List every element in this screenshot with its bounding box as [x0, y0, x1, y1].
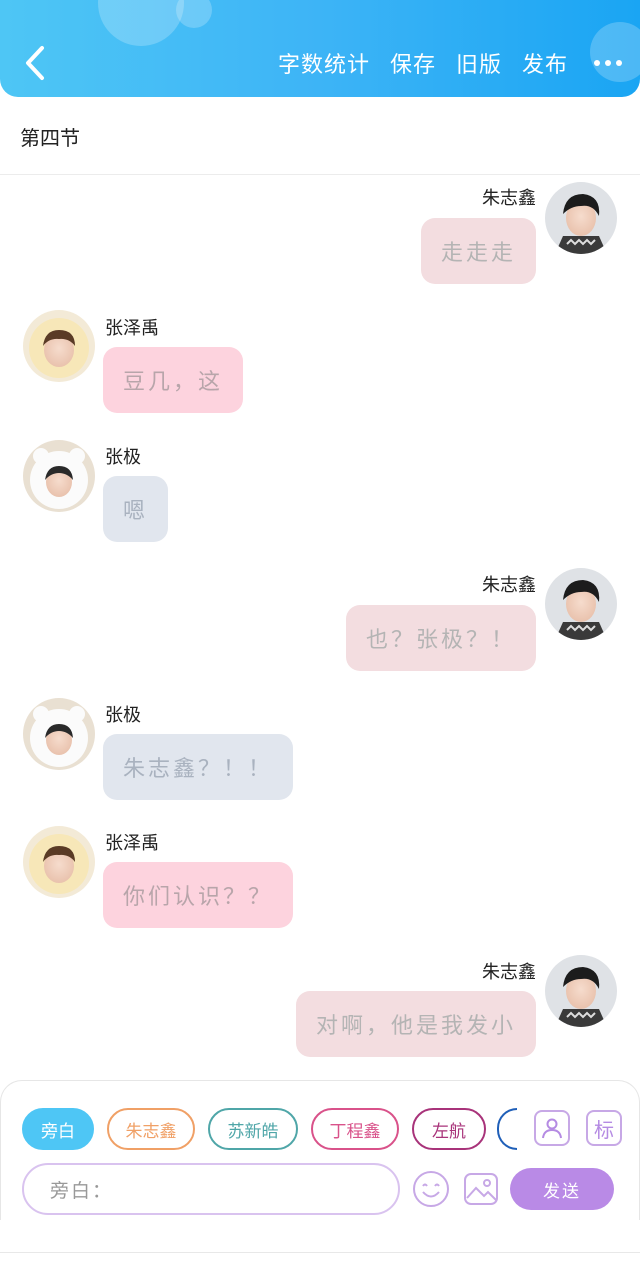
message-input[interactable]: 旁白： [22, 1163, 400, 1215]
publish-button[interactable]: 发布 [522, 47, 568, 79]
message-bubble[interactable]: 你们认识？？ [103, 862, 294, 928]
message-bubble[interactable]: 也？张极？！ [345, 605, 536, 671]
avatar[interactable] [23, 826, 95, 898]
chevron-left-icon [26, 46, 44, 80]
send-button[interactable]: 发送 [510, 1168, 614, 1210]
sender-name: 张泽禹 [105, 318, 159, 339]
sender-name: 朱志鑫 [482, 188, 536, 209]
emoji-icon[interactable] [412, 1170, 450, 1208]
avatar[interactable] [545, 182, 617, 254]
message-bubble[interactable]: 走走走 [420, 218, 536, 284]
message-bubble[interactable]: 嗯 [103, 476, 169, 542]
avatar[interactable] [23, 440, 95, 512]
role-chip[interactable]: 朱志鑫 [107, 1108, 195, 1150]
divider [0, 1252, 640, 1253]
sender-name: 张极 [105, 705, 141, 726]
section-title[interactable]: 第四节 [20, 122, 80, 151]
image-icon[interactable] [462, 1170, 500, 1208]
person-icon [542, 1118, 562, 1139]
back-button[interactable] [18, 40, 58, 86]
old-version-button[interactable]: 旧版 [456, 47, 502, 79]
top-bar: 字数统计 保存 旧版 发布 [0, 0, 640, 97]
avatar-zhu [545, 182, 617, 254]
role-chip-narrator[interactable]: 旁白 [22, 1108, 94, 1150]
avatar-zhang-ji [23, 698, 95, 770]
decor-bubble [176, 0, 212, 28]
avatar[interactable] [545, 955, 617, 1027]
divider [0, 174, 640, 175]
sender-name: 朱志鑫 [482, 962, 536, 983]
decor-bubble [98, 0, 184, 46]
role-chip[interactable]: 丁程鑫 [311, 1108, 399, 1150]
role-chip[interactable]: 左航 [412, 1108, 486, 1150]
character-manage-icon[interactable] [534, 1110, 570, 1146]
avatar-zhu [545, 955, 617, 1027]
role-chip[interactable]: 苏新皓 [208, 1108, 298, 1150]
avatar[interactable] [545, 568, 617, 640]
tag-button[interactable]: 标 [586, 1110, 622, 1146]
more-icon[interactable] [576, 44, 640, 82]
sender-name: 朱志鑫 [482, 575, 536, 596]
message-bubble[interactable]: 对啊，他是我发小 [295, 991, 536, 1057]
avatar-zhang-zeyu [23, 310, 95, 382]
avatar-zhang-zeyu [23, 826, 95, 898]
avatar-zhu [545, 568, 617, 640]
avatar-zhang-ji [23, 440, 95, 512]
sender-name: 张泽禹 [105, 833, 159, 854]
save-button[interactable]: 保存 [390, 47, 436, 79]
avatar[interactable] [23, 310, 95, 382]
message-bubble[interactable]: 朱志鑫？！！ [103, 734, 294, 800]
word-count-button[interactable]: 字数统计 [278, 47, 370, 79]
avatar[interactable] [23, 698, 95, 770]
sender-name: 张极 [105, 447, 141, 468]
message-bubble[interactable]: 豆几，这 [103, 347, 244, 413]
